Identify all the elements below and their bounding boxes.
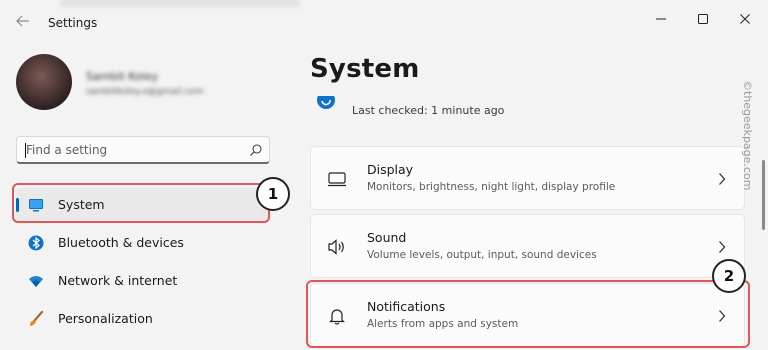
maximize-icon xyxy=(698,14,708,24)
card-title: Sound xyxy=(367,230,407,245)
profile-name: Sambit Koley xyxy=(86,70,159,83)
close-icon xyxy=(740,14,750,24)
update-last-checked: Last checked: 1 minute ago xyxy=(352,104,505,117)
wifi-icon xyxy=(29,276,43,287)
sidebar-item-label: Network & internet xyxy=(58,273,178,288)
chevron-right-icon xyxy=(719,173,726,185)
callout-highlight-system xyxy=(12,183,270,223)
profile-email: sambitkoley.x@gmail.com xyxy=(86,87,204,97)
sidebar-item-label: Personalization xyxy=(58,311,153,326)
text-caret xyxy=(25,143,26,158)
display-icon xyxy=(328,172,346,187)
title-bar: Settings xyxy=(0,0,768,44)
card-title: Display xyxy=(367,162,414,177)
search-input[interactable] xyxy=(26,141,236,159)
brush-icon xyxy=(30,311,44,326)
maximize-button[interactable] xyxy=(688,8,718,30)
watermark: ©thegeekpage.com xyxy=(738,80,758,220)
page-title: System xyxy=(310,54,420,84)
minimize-icon xyxy=(656,18,666,20)
card-subtitle: Volume levels, output, input, sound devi… xyxy=(367,249,597,261)
settings-card-display[interactable]: Display Monitors, brightness, night ligh… xyxy=(310,146,745,210)
chevron-right-icon xyxy=(719,241,726,253)
scrollbar-thumb[interactable] xyxy=(762,160,765,230)
back-arrow-icon[interactable] xyxy=(12,12,34,34)
sidebar-item-network[interactable]: Network & internet xyxy=(16,264,270,298)
card-subtitle: Monitors, brightness, night light, displ… xyxy=(367,181,616,193)
settings-card-sound[interactable]: Sound Volume levels, output, input, soun… xyxy=(310,214,745,278)
avatar[interactable] xyxy=(16,54,72,110)
step-badge-2: 2 xyxy=(712,259,746,293)
callout-highlight-notifications xyxy=(306,280,750,348)
search-box[interactable] xyxy=(16,136,270,164)
bluetooth-icon xyxy=(28,235,44,251)
step-badge-1: 1 xyxy=(256,177,290,211)
sidebar-item-personalization[interactable]: Personalization xyxy=(16,302,270,336)
app-title: Settings xyxy=(48,16,98,30)
search-icon[interactable] xyxy=(249,143,263,157)
sidebar-item-bluetooth[interactable]: Bluetooth & devices xyxy=(16,226,270,260)
sidebar-item-label: Bluetooth & devices xyxy=(58,235,184,250)
minimize-button[interactable] xyxy=(646,8,676,30)
windows-update-icon xyxy=(316,96,336,110)
watermark-text: ©thegeekpage.com xyxy=(741,80,754,191)
close-button[interactable] xyxy=(730,8,760,30)
speaker-icon xyxy=(328,239,344,255)
